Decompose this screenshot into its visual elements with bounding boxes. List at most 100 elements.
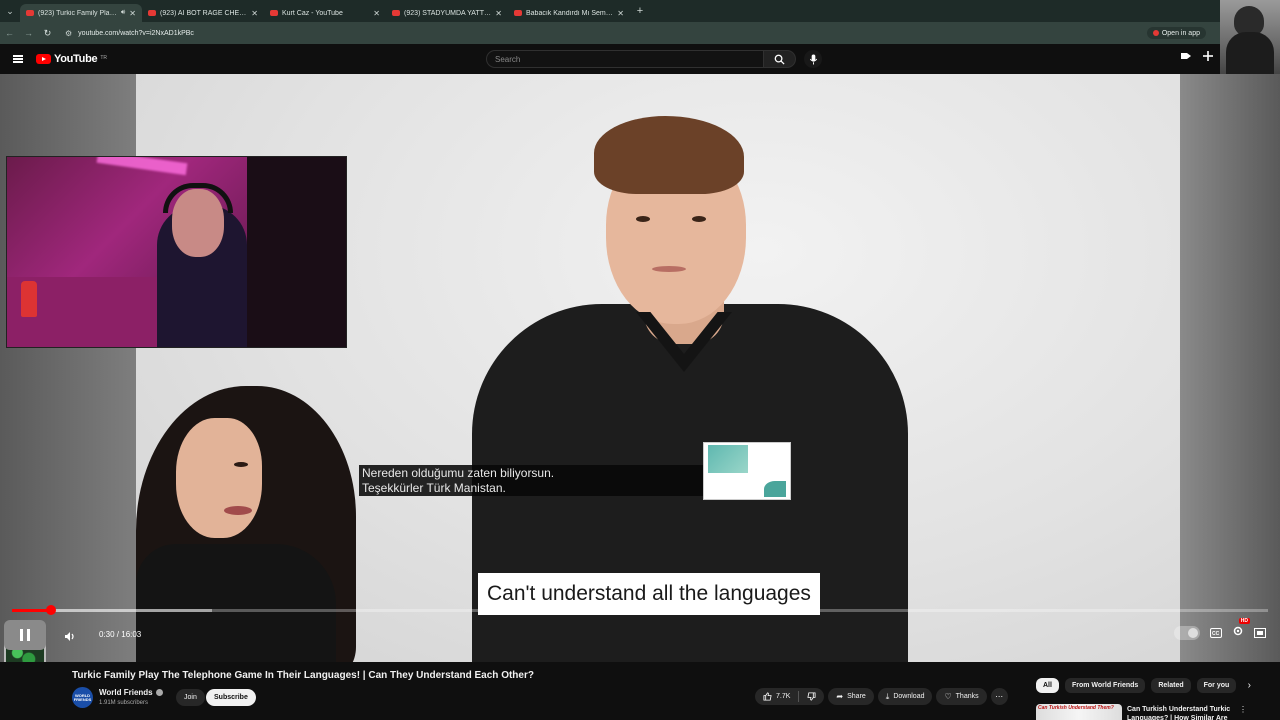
close-icon[interactable]: ✕ — [495, 9, 502, 18]
channel-avatar[interactable]: WORLD FRIENDS — [72, 687, 93, 708]
chip-from-channel[interactable]: From World Friends — [1064, 678, 1146, 693]
recommended-title[interactable]: Can Turkish Understand Turkic Languages?… — [1127, 705, 1239, 720]
thanks-label: Thanks — [955, 693, 979, 700]
woman-lips — [224, 506, 252, 515]
photo-figure-body — [1226, 32, 1274, 78]
share-button[interactable]: ➦ Share — [828, 688, 874, 705]
volume-icon — [65, 631, 74, 641]
webcam-headset — [163, 183, 233, 213]
chevron-right-icon[interactable]: › — [1242, 679, 1256, 693]
dislike-button[interactable] — [799, 688, 824, 705]
open-in-app-button[interactable]: Open in app — [1146, 27, 1206, 39]
browser-tab-2[interactable]: (923) AI BOT RAGE CHEATING ✕ — [142, 4, 264, 22]
related-filter-chips: All From World Friends Related For you › — [1036, 678, 1256, 693]
captions-icon[interactable]: CC — [1210, 628, 1222, 638]
voice-search-button[interactable] — [804, 50, 822, 68]
screen: ⌄ (923) Turkic Family Play The 🔊︎ ✕ (923… — [0, 0, 1280, 720]
tab-title: (923) AI BOT RAGE CHEATING — [160, 9, 248, 17]
settings-button[interactable]: HD — [1232, 618, 1250, 642]
time-display: 0:30 / 16:03 — [99, 630, 142, 639]
open-in-app-label: Open in app — [1161, 29, 1200, 37]
close-icon[interactable]: ✕ — [373, 9, 380, 18]
scrubber-handle[interactable] — [45, 605, 56, 615]
subtitle-line: Nereden olduğumu zaten biliyorsun. — [362, 466, 555, 480]
youtube-dot-icon — [1152, 30, 1159, 36]
subscribe-button[interactable]: Subscribe — [206, 689, 256, 706]
woman-eye — [234, 462, 248, 467]
tab-title: (923) Turkic Family Play The — [38, 9, 117, 17]
video-title: Turkic Family Play The Telephone Game In… — [72, 670, 534, 681]
plus-icon[interactable] — [1202, 50, 1214, 62]
man-eye — [692, 216, 706, 222]
forward-arrow-icon[interactable]: → — [19, 28, 38, 38]
thumbs-up-icon — [763, 692, 772, 701]
close-icon[interactable]: ✕ — [251, 9, 258, 18]
download-arrow-icon: ⤓ — [885, 691, 890, 701]
ambient-right — [1180, 74, 1280, 662]
webcam-window — [247, 157, 346, 347]
video-details: Turkic Family Play The Telephone Game In… — [0, 662, 1280, 720]
address-bar[interactable]: ⚙︎ youtube.com/watch?v=i2NxAD1kPBc — [61, 25, 1147, 41]
chip-for-you[interactable]: For you — [1196, 678, 1237, 693]
tab-title: (923) STADYUMDA YATTIĞIN Y — [404, 9, 492, 17]
browser-tab-1[interactable]: (923) Turkic Family Play The 🔊︎ ✕ — [20, 4, 142, 22]
youtube-play-icon — [36, 54, 51, 64]
video-player[interactable]: Nereden olduğumu zaten biliyorsun. Teşek… — [0, 74, 1280, 662]
thanks-button[interactable]: ♡ Thanks — [936, 688, 987, 705]
video-actions: 7.7K ➦ Share ⤓ Download ♡ Thanks ⋯ — [755, 688, 1008, 705]
reload-icon[interactable]: ↻ — [38, 28, 57, 39]
logo-text: YouTube — [54, 53, 98, 65]
man-eye — [636, 216, 650, 222]
youtube-logo[interactable]: YouTube TR — [36, 53, 107, 65]
browser-toolbar: ← → ↻ ⚙︎ youtube.com/watch?v=i2NxAD1kPBc… — [0, 22, 1220, 44]
browser-tab-3[interactable]: Kurt Caz - YouTube ✕ — [264, 4, 386, 22]
header-right-actions — [1180, 50, 1214, 62]
tab-search-icon[interactable]: ⌄ — [0, 0, 20, 22]
close-icon[interactable]: ✕ — [617, 9, 624, 18]
thumbs-down-icon — [807, 692, 816, 701]
like-count: 7.7K — [776, 693, 791, 700]
heart-dollar-icon: ♡ — [944, 692, 952, 701]
more-vert-icon[interactable]: ⋮ — [1239, 705, 1247, 714]
corner-photo — [1220, 0, 1280, 78]
youtube-favicon-icon — [270, 10, 278, 16]
channel-name[interactable]: World Friends — [99, 688, 163, 697]
close-icon[interactable]: ✕ — [129, 9, 136, 18]
pause-button[interactable] — [4, 620, 46, 650]
like-button[interactable]: 7.7K — [755, 688, 798, 705]
search-button[interactable] — [764, 50, 796, 68]
back-arrow-icon[interactable]: ← — [0, 28, 19, 38]
search-bar — [486, 50, 822, 68]
create-icon[interactable] — [1180, 50, 1192, 62]
search-input[interactable] — [486, 50, 764, 68]
chip-related[interactable]: Related — [1151, 678, 1191, 693]
speaker-icon[interactable]: 🔊︎ — [121, 9, 125, 17]
name-tag-flag-2 — [764, 481, 786, 497]
autoplay-toggle[interactable] — [1174, 626, 1200, 640]
youtube-favicon-icon — [392, 10, 400, 16]
tab-title: Babacık Kandırdı Mı Semi? - Yo — [526, 9, 613, 17]
share-arrow-icon: ➦ — [836, 692, 844, 701]
theater-mode-icon[interactable] — [1254, 628, 1266, 638]
browser-tab-4[interactable]: (923) STADYUMDA YATTIĞIN Y ✕ — [386, 4, 508, 22]
youtube-favicon-icon — [514, 10, 522, 16]
webcam-light — [96, 157, 188, 176]
channel-name-text[interactable]: World Friends — [99, 688, 153, 697]
volume-button[interactable] — [58, 626, 82, 646]
new-tab-plus-icon[interactable]: + — [630, 5, 650, 17]
recommended-video[interactable]: Can Turkish Understand Them? Can Turkish… — [1036, 704, 1280, 720]
recommended-thumbnail[interactable]: Can Turkish Understand Them? — [1036, 704, 1122, 720]
chip-all[interactable]: All — [1036, 678, 1059, 693]
more-actions-icon[interactable]: ⋯ — [990, 688, 1008, 705]
download-button[interactable]: ⤓ Download — [877, 688, 933, 705]
progress-bar[interactable] — [12, 605, 1268, 615]
name-tag-flag — [708, 445, 748, 473]
hd-badge: HD — [1238, 618, 1250, 624]
browser-tabstrip: ⌄ (923) Turkic Family Play The 🔊︎ ✕ (923… — [0, 0, 1220, 22]
hamburger-menu-icon[interactable] — [0, 55, 36, 63]
subtitle-line: Teşekkürler Türk Manistan. — [362, 481, 506, 495]
site-settings-icon[interactable]: ⚙︎ — [65, 29, 72, 38]
tab-title: Kurt Caz - YouTube — [282, 9, 343, 17]
join-button[interactable]: Join — [176, 689, 205, 706]
browser-tab-5[interactable]: Babacık Kandırdı Mı Semi? - Yo ✕ — [508, 4, 630, 22]
